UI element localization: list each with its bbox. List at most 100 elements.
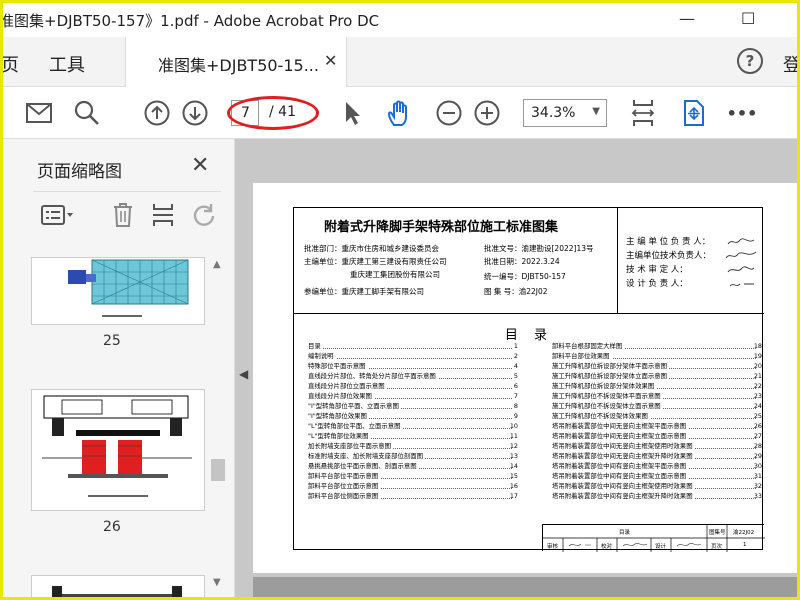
thumbnail-preview-image <box>42 395 192 497</box>
title-block-atlas-label: 图集号 <box>709 530 726 536</box>
drawing-sheet: 附着式升降脚手架特殊部位施工标准图集 批准部门：重庆市住房和城乡建设委员会 主编… <box>293 207 765 552</box>
title-block-grid <box>543 525 765 552</box>
title-block-name: 目录 <box>619 530 631 536</box>
select-cursor-icon[interactable] <box>341 99 363 127</box>
thumbnail-page-27[interactable] <box>31 575 205 597</box>
panel-toolbar <box>33 191 221 239</box>
delete-icon[interactable] <box>111 202 135 232</box>
toc-item[interactable]: 施工升降机部位拆设部分架体立面示意图 21 <box>552 371 762 381</box>
zoom-out-icon[interactable] <box>435 99 463 127</box>
toc-right-column: 卸料平台根部固定大样图 18 卸料平台部位效果图 19 施工升降机部位拆设部分架体平… <box>552 341 762 501</box>
hand-tool-icon[interactable] <box>385 99 415 127</box>
sign-in-button[interactable]: 登 <box>783 51 797 77</box>
toc-item[interactable]: 编制说明 2 <box>308 351 518 361</box>
thumbnail-page-number: 25 <box>103 333 121 349</box>
signatures-image <box>725 238 757 287</box>
collapse-panel-icon[interactable]: ◀ <box>239 367 248 381</box>
toc-item[interactable]: 塔吊附着装置部位中间有竖向主框架升降时效果图 33 <box>552 491 762 501</box>
toc-item[interactable]: 施工升降机部位拆设部分架体效果图 22 <box>552 381 762 391</box>
title-block-design: 设计 <box>655 544 667 550</box>
fit-page-icon[interactable] <box>629 99 657 127</box>
toc-item[interactable]: 施工升降机部位不拆设架体效果图 25 <box>552 411 762 421</box>
toc-item[interactable]: 直线段分片部位、转角处分片部位平面示意图 5 <box>308 371 518 381</box>
fit-width-icon[interactable] <box>679 99 707 127</box>
responsible-chief: 主 编 单 位 负 责 人： <box>626 237 711 247</box>
panel-title: 页面缩略图 <box>37 162 122 182</box>
toc-item[interactable]: 塔吊附着装置部位中间无竖向主框架平面示意图 26 <box>552 421 762 431</box>
email-icon[interactable] <box>25 99 53 127</box>
thumbnail-page-26[interactable] <box>31 389 205 511</box>
scroll-up-icon[interactable]: ▲ <box>213 259 221 270</box>
toc-item[interactable]: 施工升降机部位拆设部分架体平面示意图 20 <box>552 361 762 371</box>
toc-item[interactable]: 加长附墙支座部位平面示意图 12 <box>308 441 518 451</box>
page-thumbnails-panel: 页面缩略图 ✕ 25 26 ▲ ▼ <box>3 139 235 597</box>
responsible-technical: 主编单位技术负责人： <box>626 251 712 261</box>
toc-item[interactable]: 施工升降机部位不拆设架体立面示意图 24 <box>552 401 762 411</box>
maximize-button[interactable]: ☐ <box>741 9 755 28</box>
extract-pages-icon[interactable] <box>151 202 175 232</box>
acrobat-window: 准图集+DJBT50-157》1.pdf - Adobe Acrobat Pro… <box>0 0 800 600</box>
toc-item[interactable]: 卸料平台部位侧面示意图 17 <box>308 491 518 501</box>
thumbnail-preview-image <box>68 259 189 317</box>
design-lead: 设 计 负 责 人： <box>626 279 688 289</box>
next-page-icon[interactable] <box>181 99 209 127</box>
toc-item[interactable]: 卸料平台部位平面示意图 15 <box>308 471 518 481</box>
tab-home[interactable]: 页 <box>3 51 19 77</box>
search-icon[interactable] <box>73 99 101 127</box>
title-block-page-label: 页次 <box>711 544 723 550</box>
atlas-number: 图 集 号：渝22J02 <box>484 287 548 296</box>
toc-item[interactable]: "L"型转角部位平面、立面示意图 10 <box>308 421 518 431</box>
minimize-button[interactable]: — <box>679 9 695 28</box>
toc-item[interactable]: "I"型转角部位效果图 9 <box>308 411 518 421</box>
thumbnail-options-icon[interactable] <box>41 204 75 230</box>
approval-number: 批准文号：渝建勘设[2022]13号 <box>484 244 594 253</box>
red-annotation-ellipse <box>227 96 319 130</box>
chevron-down-icon: ▼ <box>592 106 600 117</box>
toc-item[interactable]: 特殊部位平面示意图 4 <box>308 361 518 371</box>
toc-item[interactable]: 悬挑悬挑部位平面示意图、剖面示意图 14 <box>308 461 518 471</box>
toc-item[interactable]: 卸料平台部位立面示意图 16 <box>308 481 518 491</box>
toc-item[interactable]: 塔吊附着装置部位中间无竖向主框架升降时效果图 29 <box>552 451 762 461</box>
toc-item[interactable]: 卸料平台根部固定大样图 18 <box>552 341 762 351</box>
zoom-level-value: 34.3% <box>531 105 576 121</box>
toc-item[interactable]: 直线段分片部位效果图 7 <box>308 391 518 401</box>
thumbnail-page-number: 26 <box>103 519 121 535</box>
title-bar: 准图集+DJBT50-157》1.pdf - Adobe Acrobat Pro… <box>3 3 797 37</box>
toc-item[interactable]: 施工升降机部位不拆设架体平面示意图 23 <box>552 391 762 401</box>
editor-unit-1: 主编单位：重庆建工第三建设有限责任公司 <box>304 257 447 266</box>
title-block-review: 审核 <box>547 544 559 550</box>
zoom-level-select[interactable]: 34.3% ▼ <box>523 99 607 127</box>
scrollbar-thumb[interactable] <box>211 459 225 481</box>
toc-item[interactable]: "L"型转角部位效果图 11 <box>308 431 518 441</box>
previous-page-icon[interactable] <box>143 99 171 127</box>
close-tab-icon[interactable]: ✕ <box>324 51 337 70</box>
toc-item[interactable]: 卸料平台部位效果图 19 <box>552 351 762 361</box>
help-icon[interactable]: ? <box>737 48 763 74</box>
unified-number: 统一编号：DJBT50-157 <box>484 272 566 281</box>
title-block: 目录 图集号 渝22J02 审核 校对 设计 页次 1 <box>542 524 765 552</box>
toc-item[interactable]: 塔吊附着装置部位中间无竖向主框架使用时效果图 28 <box>552 441 762 451</box>
scroll-down-icon[interactable]: ▼ <box>213 577 221 588</box>
title-block-atlas-value: 渝22J02 <box>733 530 755 536</box>
window-title: 准图集+DJBT50-157》1.pdf - Adobe Acrobat Pro… <box>0 11 380 30</box>
toc-item[interactable]: 塔吊附着装置部位中间有竖向主框架平面示意图 30 <box>552 461 762 471</box>
approval-date: 批准日期：2022.3.24 <box>484 257 560 266</box>
toc-item[interactable]: 塔吊附着装置部位中间有竖向主框架立面示意图 31 <box>552 471 762 481</box>
toc-item[interactable]: 塔吊附着装置部位中间有竖向主框架使用时效果图 32 <box>552 481 762 491</box>
close-panel-icon[interactable]: ✕ <box>191 153 209 178</box>
more-tools-icon[interactable]: ••• <box>725 99 759 127</box>
zoom-in-icon[interactable] <box>473 99 501 127</box>
thumbnail-page-25[interactable] <box>31 257 205 325</box>
tab-document[interactable]: 准图集+DJBT50-15... ✕ <box>125 37 347 87</box>
toc-item[interactable]: 塔吊附着装置部位中间无竖向主框架立面示意图 27 <box>552 431 762 441</box>
cover-info: 附着式升降脚手架特殊部位施工标准图集 批准部门：重庆市住房和城乡建设委员会 主编… <box>294 208 618 314</box>
tab-document-label: 准图集+DJBT50-15... <box>158 56 319 75</box>
toc-item[interactable]: 标准附墙支座、加长附墙支座部位剖面图 13 <box>308 451 518 461</box>
toc-item[interactable]: "I"型转角部位平面、立面示意图 8 <box>308 401 518 411</box>
tab-tools[interactable]: 工具 <box>49 51 85 77</box>
toc-item[interactable]: 直线段分片部位立面示意图 6 <box>308 381 518 391</box>
thumbnail-scrollbar[interactable]: ▲ ▼ <box>209 259 227 589</box>
rotate-icon[interactable] <box>191 202 217 232</box>
title-block-check: 校对 <box>601 544 613 550</box>
toc-item[interactable]: 目录 1 <box>308 341 518 351</box>
